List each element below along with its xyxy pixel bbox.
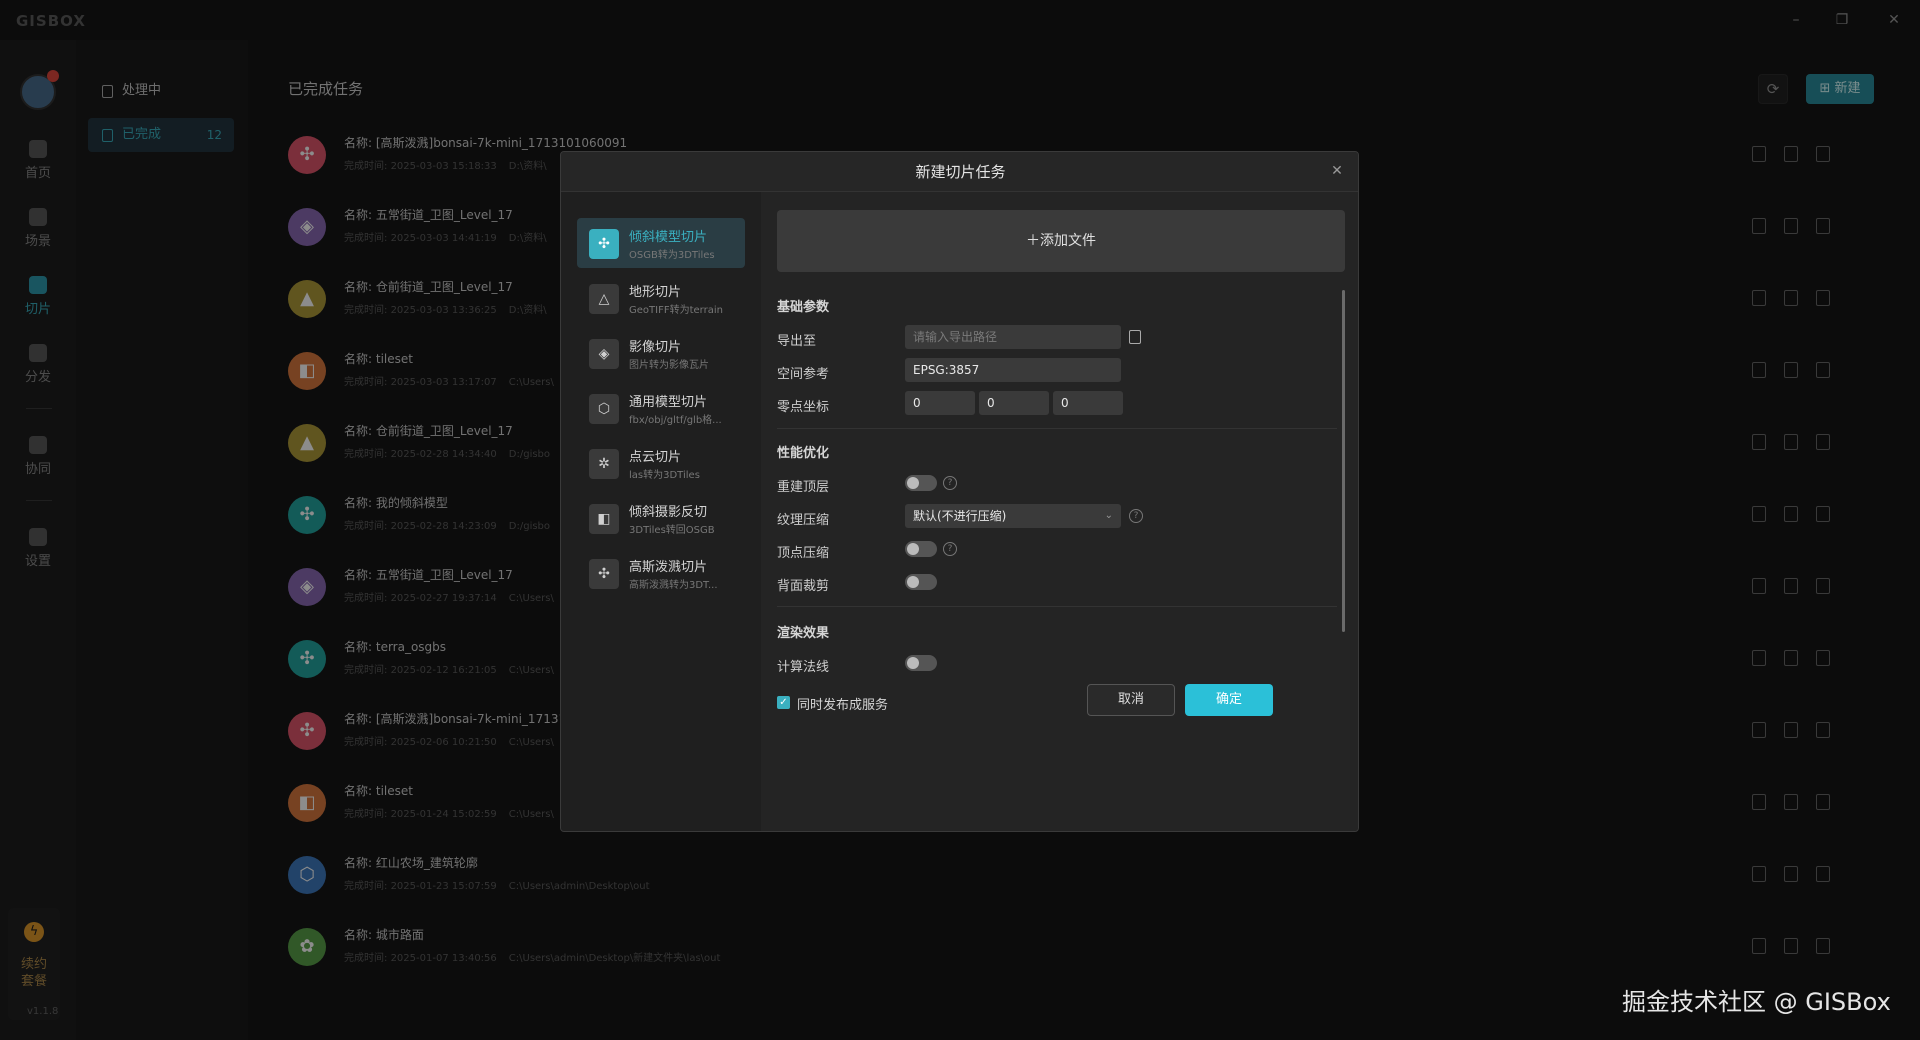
folder-icon[interactable] (1129, 330, 1141, 344)
origin-z-input[interactable]: 0 (1053, 391, 1123, 415)
tile-type-nav: ✣ 倾斜模型切片 OSGB转为3DTiles △ 地形切片 GeoTIFF转为terrai… (561, 192, 761, 831)
help-icon[interactable]: ? (943, 476, 957, 490)
tile-type-icon: ✲ (589, 449, 619, 479)
section-render: 渲染效果 (777, 626, 830, 641)
scrollbar[interactable] (1342, 290, 1345, 632)
texture-compress-label: 纹理压缩 (777, 513, 830, 528)
tile-type-item[interactable]: ✲ 点云切片 las转为3DTiles (577, 438, 745, 488)
export-path-input[interactable]: 请输入导出路径 (905, 325, 1121, 349)
watermark: 掘金技术社区 @ GISBox (1622, 988, 1891, 1016)
tile-type-icon: ◈ (589, 339, 619, 369)
tile-type-icon: ⬡ (589, 394, 619, 424)
tile-type-subtitle: las转为3DTiles (629, 470, 700, 481)
tile-type-title: 点云切片 (629, 450, 682, 465)
tile-type-icon: △ (589, 284, 619, 314)
texture-compress-select[interactable]: 默认(不进行压缩) ⌄ (905, 504, 1121, 528)
vertex-compress-toggle[interactable] (905, 541, 937, 557)
new-tile-task-dialog: 新建切片任务 ✕ ✣ 倾斜模型切片 OSGB转为3DTiles △ 地形切片 GeoTIF… (560, 151, 1359, 832)
tile-type-title: 影像切片 (629, 340, 682, 355)
tile-type-subtitle: GeoTIFF转为terrain (629, 305, 723, 316)
origin-label: 零点坐标 (777, 400, 830, 415)
crs-input[interactable]: EPSG:3857 (905, 358, 1121, 382)
help-icon[interactable]: ? (1129, 509, 1143, 523)
tile-type-subtitle: OSGB转为3DTiles (629, 250, 715, 261)
vertex-compress-label: 顶点压缩 (777, 546, 830, 561)
tile-type-icon: ✣ (589, 559, 619, 589)
backface-cull-toggle[interactable] (905, 574, 937, 590)
tile-type-title: 倾斜模型切片 (629, 230, 708, 245)
tile-type-subtitle: 图片转为影像瓦片 (629, 360, 709, 371)
tile-type-item[interactable]: ✣ 高斯泼溅切片高斯泼溅转为3DT... (577, 548, 745, 598)
tile-type-item[interactable]: ◧ 倾斜摄影反切 3DTiles转回OSGB (577, 493, 745, 543)
origin-y-input[interactable]: 0 (979, 391, 1049, 415)
add-file-button[interactable]: ＋添加文件 (777, 210, 1345, 272)
tile-type-item[interactable]: ◈ 影像切片图片转为影像瓦片 (577, 328, 745, 378)
tile-type-item[interactable]: △ 地形切片 GeoTIFF转为terrain (577, 273, 745, 323)
origin-x-input[interactable]: 0 (905, 391, 975, 415)
confirm-button[interactable]: 确定 (1185, 684, 1273, 716)
publish-service-label: 同时发布成服务 (797, 698, 889, 713)
rebuild-top-toggle[interactable] (905, 475, 937, 491)
publish-service-checkbox[interactable]: ✓ (777, 696, 790, 709)
crs-label: 空间参考 (777, 367, 830, 382)
section-divider (777, 606, 1337, 607)
tile-type-subtitle: 3DTiles转回OSGB (629, 525, 715, 536)
section-basic-params: 基础参数 (777, 300, 830, 315)
export-label: 导出至 (777, 334, 817, 349)
tile-type-item[interactable]: ✣ 倾斜模型切片 OSGB转为3DTiles (577, 218, 745, 268)
backface-cull-label: 背面裁剪 (777, 579, 830, 594)
tile-type-icon: ◧ (589, 504, 619, 534)
compute-normals-label: 计算法线 (777, 660, 830, 675)
tile-type-subtitle: fbx/obj/gltf/glb格... (629, 415, 722, 426)
tile-type-title: 通用模型切片 (629, 395, 708, 410)
tile-type-title: 高斯泼溅切片 (629, 560, 708, 575)
help-icon[interactable]: ? (943, 542, 957, 556)
chevron-down-icon: ⌄ (1104, 510, 1113, 521)
cancel-button[interactable]: 取消 (1087, 684, 1175, 716)
dialog-body: ＋添加文件 基础参数 导出至 请输入导出路径 空间参考 EPSG:3857 零点… (761, 192, 1358, 831)
tile-type-subtitle: 高斯泼溅转为3DT... (629, 580, 718, 591)
tile-type-icon: ✣ (589, 229, 619, 259)
compute-normals-toggle[interactable] (905, 655, 937, 671)
section-divider (777, 428, 1337, 429)
texture-compress-value: 默认(不进行压缩) (913, 509, 1007, 523)
rebuild-top-label: 重建顶层 (777, 480, 830, 495)
close-icon[interactable]: ✕ (1328, 162, 1346, 180)
tile-type-item[interactable]: ⬡ 通用模型切片 fbx/obj/gltf/glb格... (577, 383, 745, 433)
section-performance: 性能优化 (777, 446, 830, 461)
tile-type-title: 倾斜摄影反切 (629, 505, 708, 520)
dialog-title: 新建切片任务 (561, 152, 1358, 192)
tile-type-title: 地形切片 (629, 285, 682, 300)
